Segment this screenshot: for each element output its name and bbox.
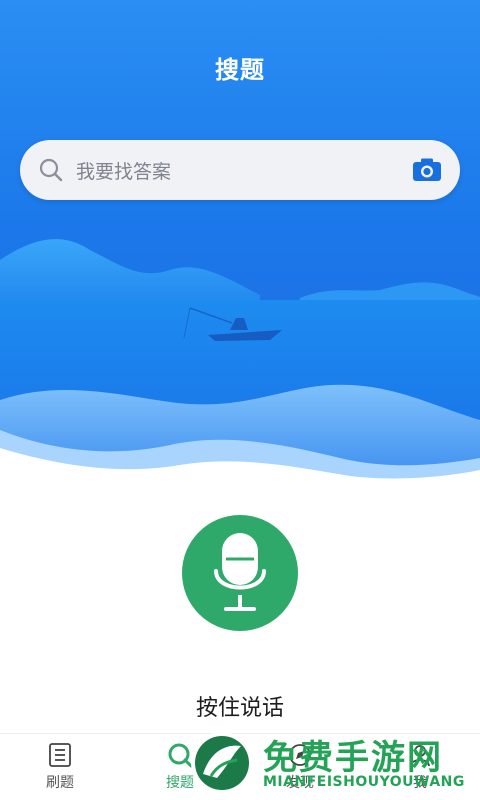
watermark-logo-icon: [191, 732, 253, 794]
watermark-subtitle: MIANFEISHOUYOUWANG: [263, 774, 465, 790]
tab-label: 刷题: [46, 775, 74, 791]
camera-icon[interactable]: [412, 157, 442, 183]
microphone-icon: [214, 533, 266, 611]
voice-label: 按住说话: [195, 696, 284, 721]
search-icon: [39, 158, 63, 182]
search-bar[interactable]: 我要找答案: [20, 140, 460, 200]
list-icon: [49, 743, 71, 767]
search-placeholder[interactable]: 我要找答案: [76, 157, 412, 184]
voice-button[interactable]: [182, 515, 298, 631]
header-background: 搜题 我要找答案: [0, 0, 480, 480]
lake-illustration: [0, 239, 480, 480]
watermark-title: 免费手游网: [263, 738, 443, 778]
tab-practice[interactable]: 刷题: [20, 742, 100, 792]
page-title: 搜题: [215, 56, 265, 84]
watermark: 免费手游网 MIANFEISHOUYOUWANG: [185, 730, 475, 796]
